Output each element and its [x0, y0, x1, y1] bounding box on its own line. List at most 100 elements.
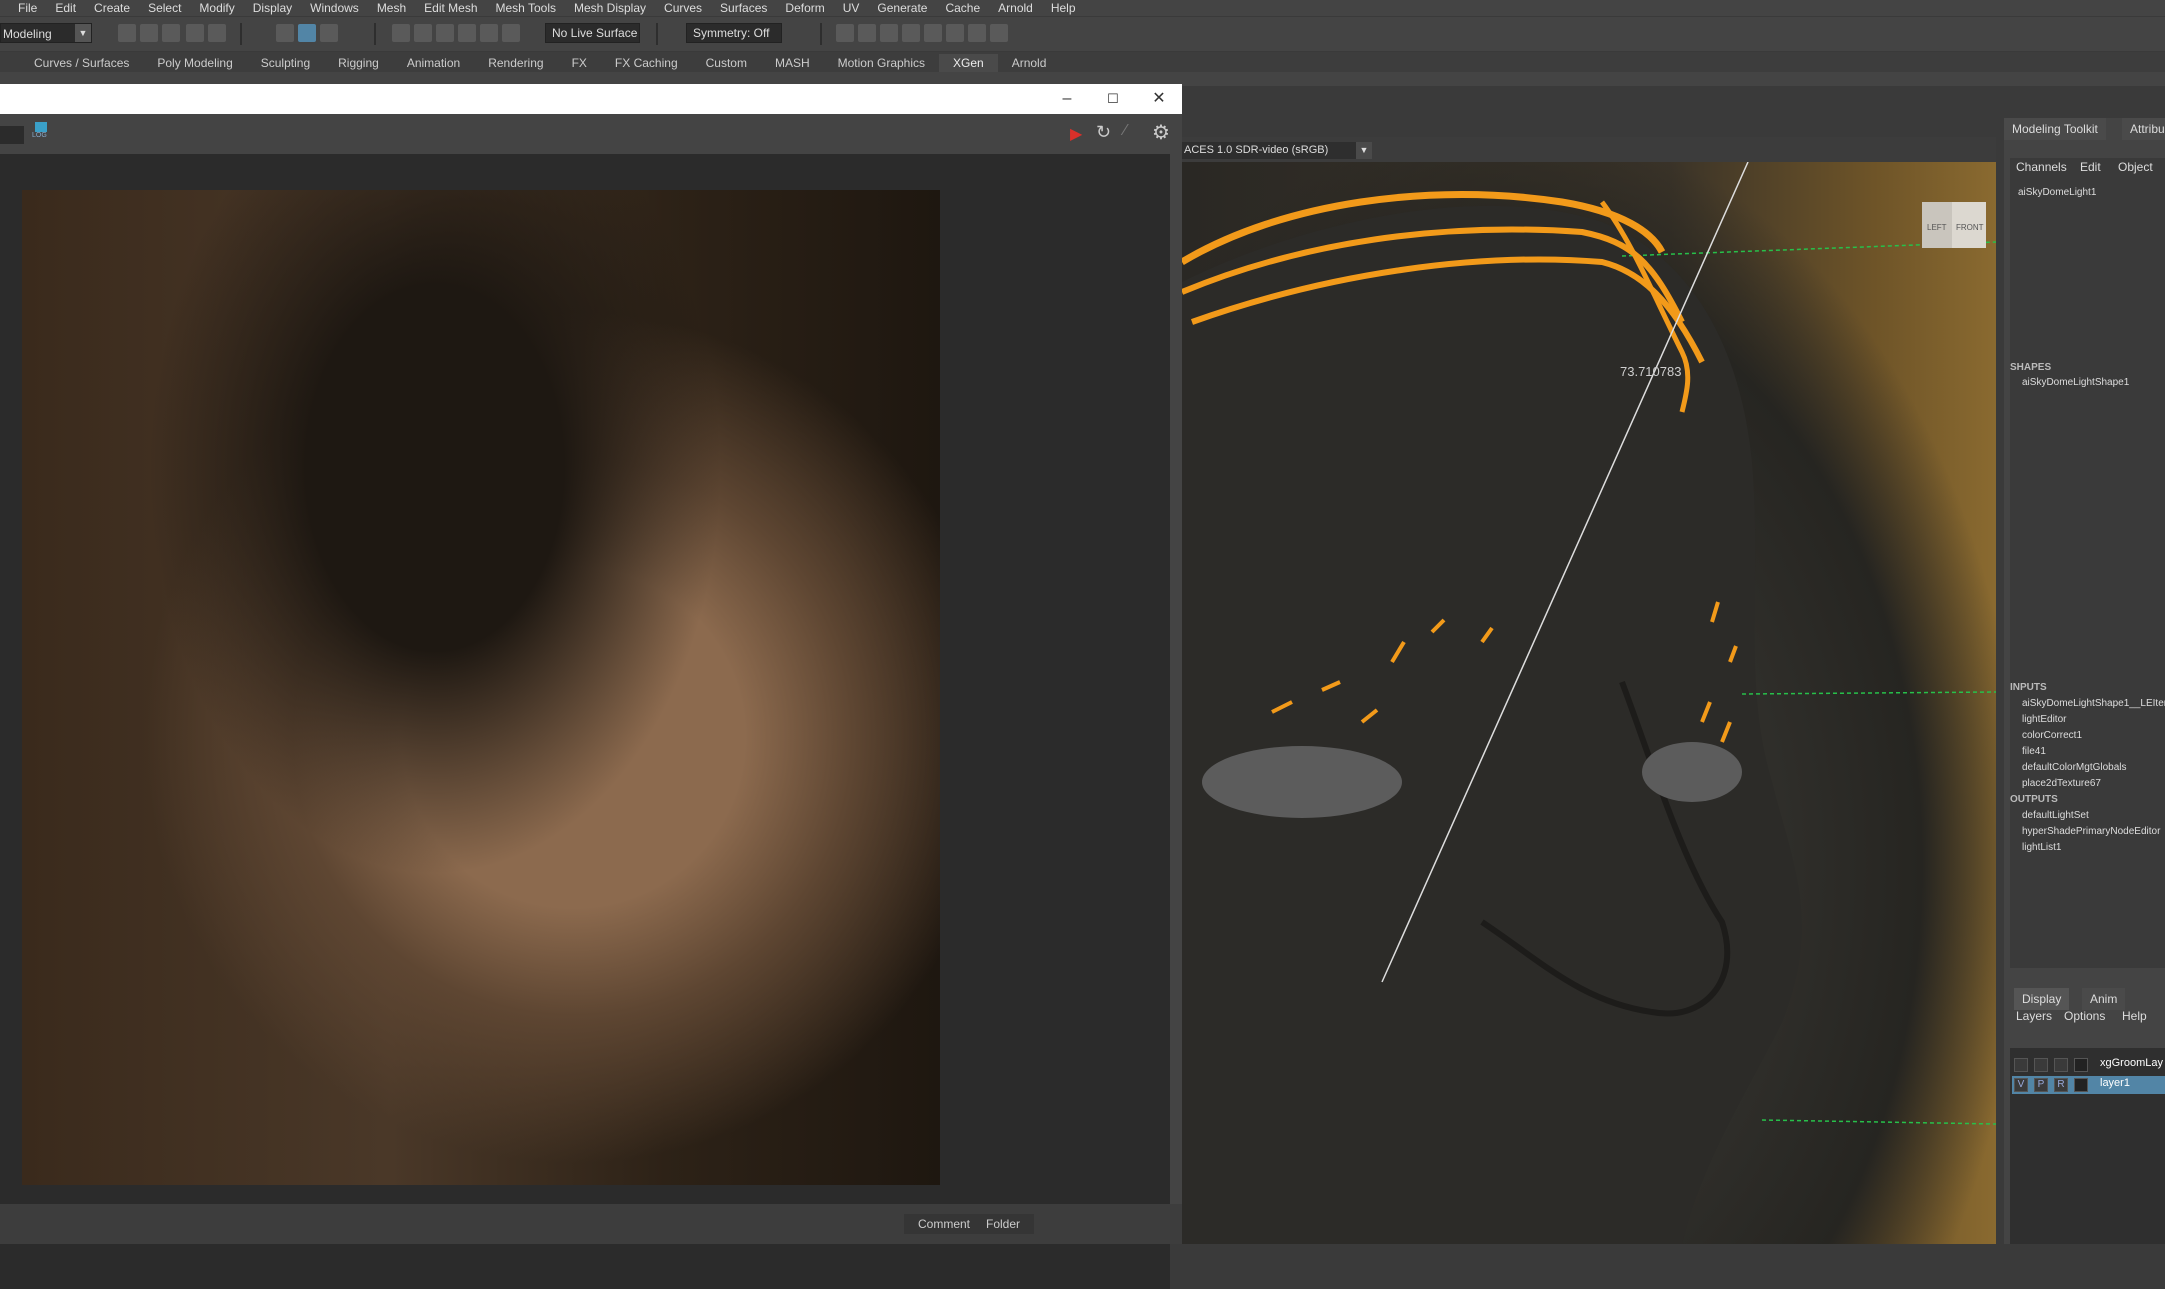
output-node[interactable]: hyperShadePrimaryNodeEditor	[2022, 826, 2160, 837]
light-editor-icon[interactable]	[946, 24, 964, 42]
snap-to-grid-icon[interactable]	[392, 24, 410, 42]
help-menu[interactable]: Help	[2122, 1009, 2147, 1023]
shelf-tab-motion-graphics[interactable]: Motion Graphics	[824, 54, 939, 72]
menu-mesh[interactable]: Mesh	[368, 1, 415, 15]
shelf-tab-animation[interactable]: Animation	[393, 54, 474, 72]
menu-surfaces[interactable]: Surfaces	[711, 1, 776, 15]
shelf-tab-sculpting[interactable]: Sculpting	[247, 54, 324, 72]
select-by-component-icon[interactable]	[320, 24, 338, 42]
snap-to-curve-icon[interactable]	[414, 24, 432, 42]
snap-to-projected-center-icon[interactable]	[458, 24, 476, 42]
shelf-tab-arnold[interactable]: Arnold	[998, 54, 1061, 72]
snap-to-view-plane-icon[interactable]	[480, 24, 498, 42]
playback-toggle[interactable]: P	[2034, 1078, 2048, 1092]
arnold-render-icon[interactable]	[968, 24, 986, 42]
ipr-render-icon[interactable]	[858, 24, 876, 42]
output-node[interactable]: defaultLightSet	[2022, 810, 2089, 821]
selected-node-name[interactable]: aiSkyDomeLight1	[2018, 187, 2096, 198]
menu-uv[interactable]: UV	[834, 1, 869, 15]
cb-menu-channels[interactable]: Channels	[2016, 160, 2067, 174]
input-node[interactable]: lightEditor	[2022, 714, 2066, 725]
snap-to-point-icon[interactable]	[436, 24, 454, 42]
shelf-tab-xgen[interactable]: XGen	[939, 54, 998, 72]
render-settings-icon[interactable]	[880, 24, 898, 42]
menu-generate[interactable]: Generate	[868, 1, 936, 15]
display-type-toggle[interactable]	[2054, 1058, 2068, 1072]
render-setup-icon[interactable]	[924, 24, 942, 42]
layers-menu[interactable]: Layers	[2016, 1009, 2052, 1023]
options-menu[interactable]: Options	[2064, 1009, 2105, 1023]
menu-display[interactable]: Display	[244, 1, 301, 15]
menu-mesh-display[interactable]: Mesh Display	[565, 1, 655, 15]
menu-create[interactable]: Create	[85, 1, 139, 15]
menu-arnold[interactable]: Arnold	[989, 1, 1042, 15]
render-frame-icon[interactable]	[836, 24, 854, 42]
live-surface-field[interactable]: No Live Surface	[545, 23, 640, 43]
undo-icon[interactable]	[186, 24, 204, 42]
menu-select[interactable]: Select	[139, 1, 190, 15]
menu-set-dropdown[interactable]: Modeling ▼	[0, 23, 92, 43]
hypershade-icon[interactable]	[902, 24, 920, 42]
display-type-toggle[interactable]: R	[2054, 1078, 2068, 1092]
menu-cache[interactable]: Cache	[936, 1, 989, 15]
layer-name[interactable]: layer1	[2100, 1077, 2130, 1089]
shelf-tab-custom[interactable]: Custom	[692, 54, 761, 72]
shelf-tab-fx[interactable]: FX	[558, 54, 601, 72]
shelf-tab-curves-surfaces[interactable]: Curves / Surfaces	[20, 54, 143, 72]
refresh-icon[interactable]: ↻	[1096, 122, 1111, 143]
menu-file[interactable]: File	[0, 1, 46, 15]
view-cube[interactable]: LEFT FRONT	[1922, 202, 1986, 248]
shelf-tab-rigging[interactable]: Rigging	[324, 54, 393, 72]
maximize-icon[interactable]: ☐	[1090, 84, 1136, 114]
select-by-hierarchy-icon[interactable]	[276, 24, 294, 42]
input-node[interactable]: colorCorrect1	[2022, 730, 2082, 741]
color-space-dropdown[interactable]: ACES 1.0 SDR-video (sRGB) ▼	[1182, 142, 1372, 159]
tab-display-layers[interactable]: Display	[2014, 988, 2070, 1010]
cb-menu-edit[interactable]: Edit	[2080, 160, 2101, 174]
menu-help[interactable]: Help	[1042, 1, 1085, 15]
menu-edit-mesh[interactable]: Edit Mesh	[415, 1, 486, 15]
pause-icon[interactable]	[990, 24, 1008, 42]
tab-modeling-toolkit[interactable]: Modeling Toolkit	[2004, 118, 2106, 140]
layer-color-swatch[interactable]	[2074, 1078, 2088, 1092]
menu-deform[interactable]: Deform	[776, 1, 833, 15]
symmetry-dropdown[interactable]: Symmetry: Off	[686, 23, 782, 43]
input-node[interactable]: place2dTexture67	[2022, 778, 2101, 789]
menu-edit[interactable]: Edit	[46, 1, 85, 15]
visibility-toggle[interactable]	[2014, 1058, 2028, 1072]
layer-color-swatch[interactable]	[2074, 1058, 2088, 1072]
menu-mesh-tools[interactable]: Mesh Tools	[487, 1, 565, 15]
select-by-object-icon[interactable]	[298, 24, 316, 42]
shelf-tab-poly-modeling[interactable]: Poly Modeling	[143, 54, 246, 72]
input-node[interactable]: file41	[2022, 746, 2046, 757]
close-icon[interactable]: ✕	[1136, 84, 1182, 114]
3d-viewport[interactable]: LEFT FRONT	[1182, 162, 1996, 1244]
shelf-tab-rendering[interactable]: Rendering	[474, 54, 557, 72]
menu-modify[interactable]: Modify	[190, 1, 243, 15]
input-node[interactable]: defaultColorMgtGlobals	[2022, 762, 2127, 773]
layer-row[interactable]: V P R layer1	[2012, 1076, 2165, 1094]
cb-menu-object[interactable]: Object	[2118, 160, 2153, 174]
minimize-icon[interactable]: –	[1044, 84, 1090, 114]
output-node[interactable]: lightList1	[2022, 842, 2061, 853]
make-live-icon[interactable]	[502, 24, 520, 42]
menu-windows[interactable]: Windows	[301, 1, 368, 15]
tab-anim-layers[interactable]: Anim	[2082, 988, 2126, 1010]
redo-icon[interactable]	[208, 24, 226, 42]
save-scene-icon[interactable]	[162, 24, 180, 42]
debug-shading-icon[interactable]: ⁄	[1124, 122, 1127, 140]
shelf-tab-fx-caching[interactable]: FX Caching	[601, 54, 692, 72]
tab-folder[interactable]: Folder	[972, 1214, 1035, 1234]
layer-row[interactable]: xgGroomLay	[2012, 1056, 2165, 1074]
new-scene-icon[interactable]	[118, 24, 136, 42]
tab-attribute-editor[interactable]: Attribu	[2122, 118, 2165, 140]
playback-toggle[interactable]	[2034, 1058, 2048, 1072]
shape-node-name[interactable]: aiSkyDomeLightShape1	[2022, 377, 2129, 388]
render-view-field[interactable]	[0, 126, 24, 144]
menu-curves[interactable]: Curves	[655, 1, 711, 15]
visibility-toggle[interactable]: V	[2014, 1078, 2028, 1092]
input-node[interactable]: aiSkyDomeLightShape1__LEItem	[2022, 698, 2165, 709]
gear-icon[interactable]: ⚙	[1152, 120, 1170, 145]
log-button[interactable]: LOG	[32, 122, 52, 144]
render-play-icon[interactable]: ▶	[1070, 124, 1082, 144]
